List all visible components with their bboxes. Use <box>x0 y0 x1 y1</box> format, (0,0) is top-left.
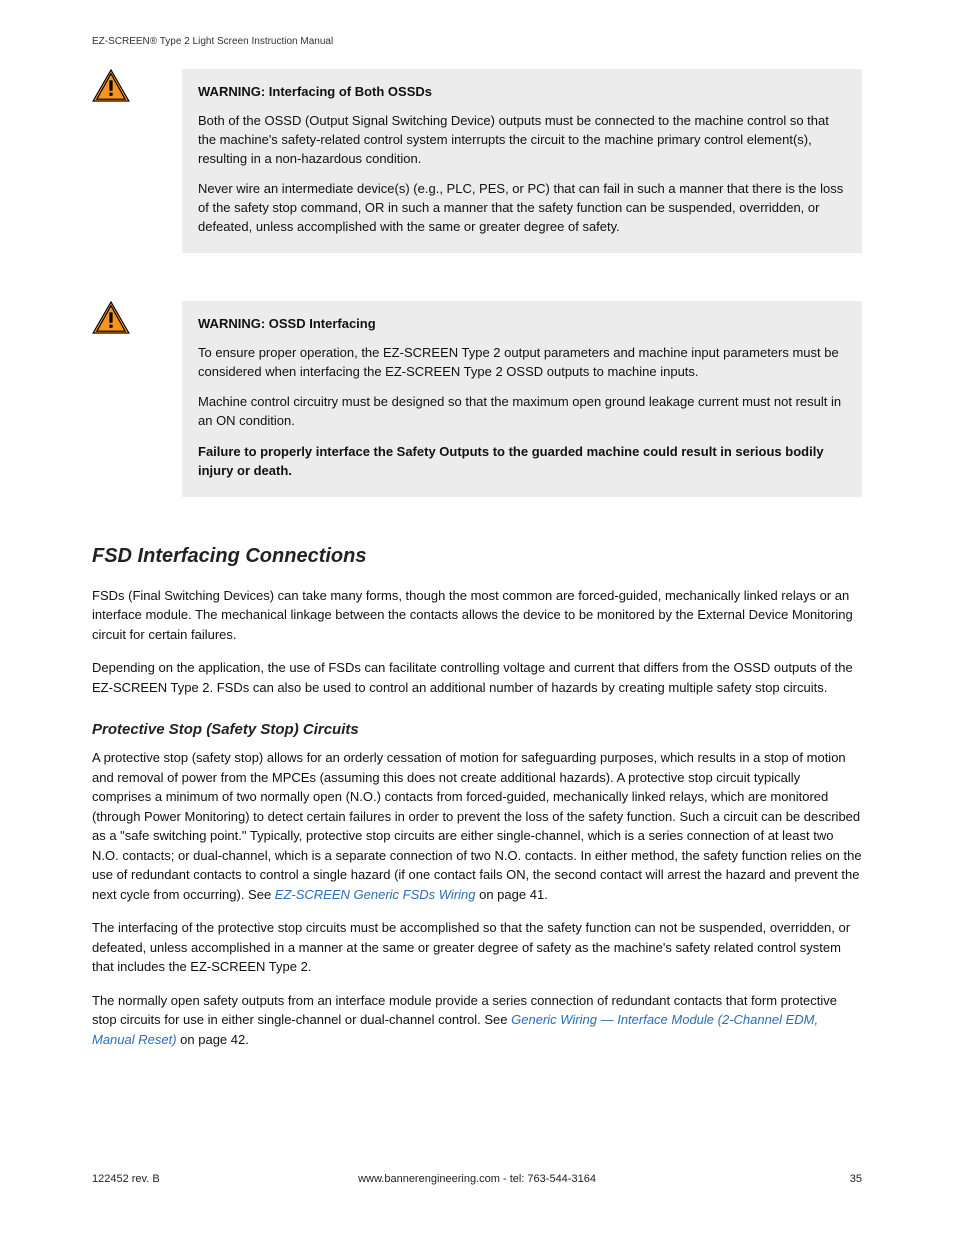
warning-block-ossd-both: WARNING: Interfacing of Both OSSDs Both … <box>92 69 862 253</box>
warning-body: WARNING: Interfacing of Both OSSDs Both … <box>182 69 862 253</box>
body-text: A protective stop (safety stop) allows f… <box>92 748 862 1049</box>
warning-body: WARNING: OSSD Interfacing To ensure prop… <box>182 301 862 497</box>
warning-title: WARNING: OSSD Interfacing <box>198 315 846 334</box>
paragraph: Depending on the application, the use of… <box>92 658 862 697</box>
paragraph: A protective stop (safety stop) allows f… <box>92 748 862 904</box>
section-heading-fsd: FSD Interfacing Connections <box>92 545 862 568</box>
warning-paragraph: Never wire an intermediate device(s) (e.… <box>198 180 846 237</box>
warning-icon-column <box>92 69 182 108</box>
paragraph: FSDs (Final Switching Devices) can take … <box>92 586 862 645</box>
text-span: on page 42. <box>177 1032 249 1047</box>
warning-title: WARNING: Interfacing of Both OSSDs <box>198 83 846 102</box>
warning-paragraph: Machine control circuitry must be design… <box>198 393 846 431</box>
paragraph: The normally open safety outputs from an… <box>92 991 862 1050</box>
body-text: FSDs (Final Switching Devices) can take … <box>92 586 862 698</box>
text-span: on page 41. <box>476 887 548 902</box>
warning-paragraph: To ensure proper operation, the EZ-SCREE… <box>198 344 846 382</box>
warning-paragraph-bold: Failure to properly interface the Safety… <box>198 443 846 481</box>
warning-icon <box>92 301 130 335</box>
running-header: EZ-SCREEN® Type 2 Light Screen Instructi… <box>92 36 862 47</box>
paragraph: The interfacing of the protective stop c… <box>92 918 862 977</box>
warning-paragraph: Both of the OSSD (Output Signal Switchin… <box>198 112 846 169</box>
warning-block-ossd-interfacing: WARNING: OSSD Interfacing To ensure prop… <box>92 301 862 497</box>
text-span: A protective stop (safety stop) allows f… <box>92 750 862 902</box>
warning-icon-column <box>92 301 182 340</box>
link-generic-fsds-wiring[interactable]: EZ-SCREEN Generic FSDs Wiring <box>275 887 476 902</box>
footer-contact: www.bannerengineering.com - tel: 763-544… <box>92 1173 862 1185</box>
sub-heading-protective-stop: Protective Stop (Safety Stop) Circuits <box>92 721 862 738</box>
warning-icon <box>92 69 130 103</box>
page-footer: 122452 rev. B www.bannerengineering.com … <box>92 1173 862 1185</box>
